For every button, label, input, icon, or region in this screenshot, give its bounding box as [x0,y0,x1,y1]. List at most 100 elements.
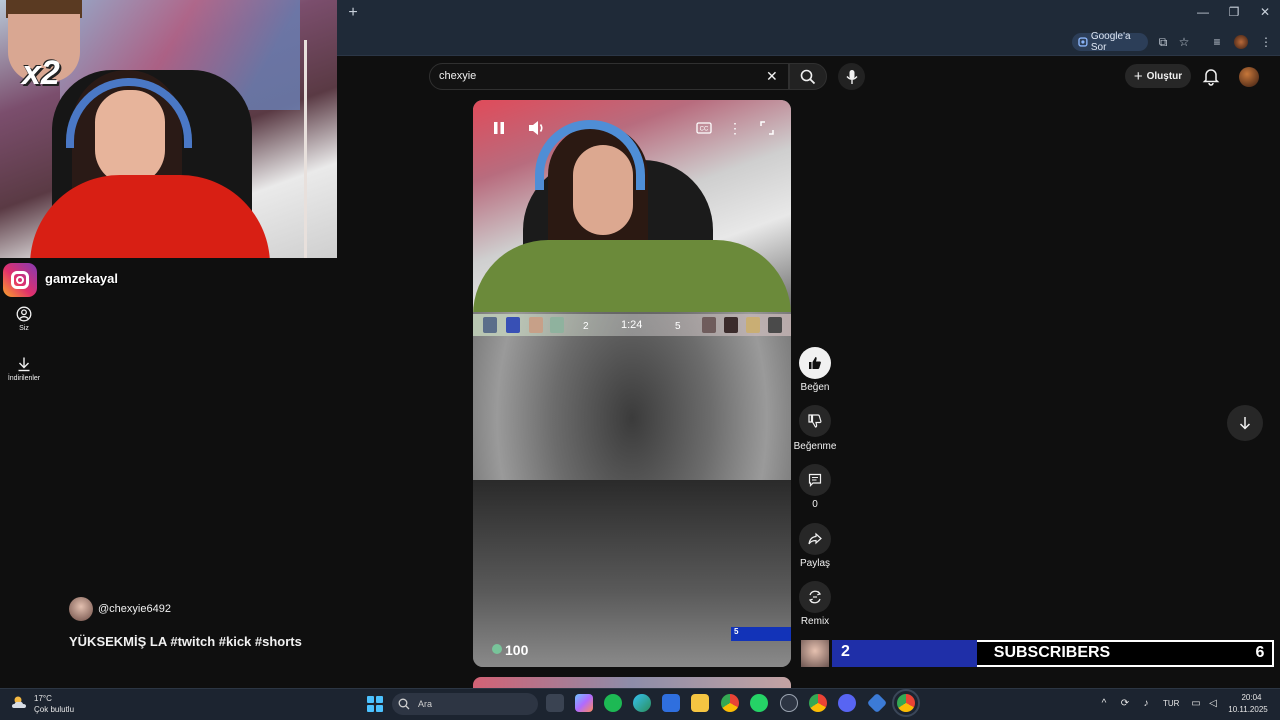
agent-portrait [483,317,497,333]
like-button[interactable] [799,347,831,379]
network-icon[interactable]: ▭ [1189,697,1203,711]
subscriber-widget-thumbnail [801,640,829,667]
captions-icon[interactable]: CC [694,118,714,138]
weather-cloud-icon[interactable] [11,694,29,710]
taskbar-search[interactable]: Ara [392,693,538,715]
ammo-box: 5 [731,627,791,641]
thumbs-up-icon [809,357,821,369]
agent-portrait [506,317,520,333]
subscriber-goal: 6 [1255,644,1265,661]
arrow-down-icon [1239,417,1251,430]
copilot-icon[interactable] [575,694,593,712]
agent-portrait [702,317,716,333]
mic-tray-icon[interactable]: ♪ [1139,697,1153,711]
comment-icon [808,473,822,487]
create-button[interactable]: + Oluştur [1125,64,1191,88]
shield-icon [492,644,502,654]
search-button[interactable] [789,63,827,90]
channel-name[interactable]: @chexyie6492 [98,603,171,615]
restore-button[interactable]: ❐ [1225,5,1243,21]
volume-tray-icon[interactable]: ◁ [1206,697,1220,711]
chrome-active-icon[interactable] [892,689,920,717]
video-title: YÜKSEKMİŞ LA #twitch #kick #shorts [69,634,302,649]
reading-list-icon[interactable]: ≡ [1209,34,1225,50]
notifications-bell-icon[interactable] [1201,66,1221,86]
sidebar-item-you[interactable]: Siz [0,306,48,332]
share-icon [808,532,822,545]
sync-icon[interactable]: ⟳ [1118,697,1132,711]
dislike-label: Beğenme [793,441,837,452]
clock-date[interactable]: 10.11.2025 [1222,705,1274,714]
agent-portrait [550,317,564,333]
lens-icon [1078,37,1088,47]
file-explorer-icon[interactable] [691,694,709,712]
profile-avatar[interactable] [1234,35,1248,49]
door-frame [304,40,307,258]
language-indicator[interactable]: TUR [1163,699,1179,708]
menu-dots-icon[interactable]: ⋮ [1258,34,1274,50]
mic-icon [845,69,858,84]
chevron-up-icon[interactable]: ^ [1097,697,1111,711]
pause-icon[interactable] [489,118,509,138]
search-icon [398,697,412,711]
edge-icon[interactable] [633,694,651,712]
close-icon[interactable]: ✕ [766,68,778,85]
search-input[interactable]: chexyie [439,70,476,82]
discord-icon[interactable] [838,694,856,712]
windows-start-icon[interactable] [367,696,383,712]
thumbs-down-icon [808,414,822,428]
voice-search-button[interactable] [838,63,865,90]
bookmark-star-icon[interactable]: ☆ [1176,34,1192,50]
create-label: Oluştur [1146,70,1183,82]
share-label: Paylaş [799,558,830,569]
more-options-icon[interactable]: ⋮ [725,118,745,138]
svg-text:CC: CC [700,127,709,133]
webcam-overlay [0,0,337,258]
weather-description: Çok bulutlu [34,705,75,714]
install-app-icon[interactable]: ⧉ [1155,34,1171,50]
chrome-icon[interactable] [721,694,739,712]
new-tab-button[interactable]: + [346,5,360,21]
chrome-profile-icon[interactable] [809,694,827,712]
download-icon [18,357,30,372]
like-label: Beğen [800,382,830,393]
whatsapp-icon[interactable] [750,694,768,712]
sidebar-item-downloads[interactable]: İndirilenler [0,356,48,382]
dislike-button[interactable] [799,405,831,437]
minimize-button[interactable]: — [1194,5,1212,21]
google-ask-label: Google'a Sor [1090,31,1131,53]
comments-count: 0 [812,499,818,510]
shorts-video-player[interactable]: 2 1:24 5 100 5 [473,100,791,667]
instagram-icon [3,263,37,297]
remix-icon [808,590,822,604]
comments-button[interactable] [799,464,831,496]
clock-time[interactable]: 20:04 [1229,693,1274,702]
agent-portrait [529,317,543,333]
subscriber-count: 2 [832,640,977,667]
team-score-right: 5 [675,321,681,332]
agent-portrait [768,317,782,333]
channel-avatar[interactable] [69,597,93,621]
store-icon[interactable] [662,694,680,712]
spotify-icon[interactable] [604,694,622,712]
video-sweater [473,240,791,315]
weather-temperature: 17°C [34,694,52,703]
remix-button[interactable] [799,581,831,613]
volume-icon[interactable] [527,118,547,138]
account-icon [16,306,32,322]
app-icon[interactable] [780,694,798,712]
share-button[interactable] [799,523,831,555]
close-window-button[interactable]: ✕ [1256,5,1274,21]
plus-icon: + [1133,67,1143,85]
next-video-button[interactable] [1227,405,1263,441]
agent-portrait [746,317,760,333]
search-box[interactable] [429,63,789,90]
fullscreen-icon[interactable] [757,118,777,138]
google-ask-button[interactable]: Google'a Sor [1072,31,1148,53]
agent-portrait [724,317,738,333]
sidebar-item-label: İndirilenler [7,375,41,382]
task-view-icon[interactable] [546,694,564,712]
round-timer: 1:24 [621,319,643,331]
avatar[interactable] [1239,67,1259,87]
sidebar-item-label: Siz [19,325,29,332]
